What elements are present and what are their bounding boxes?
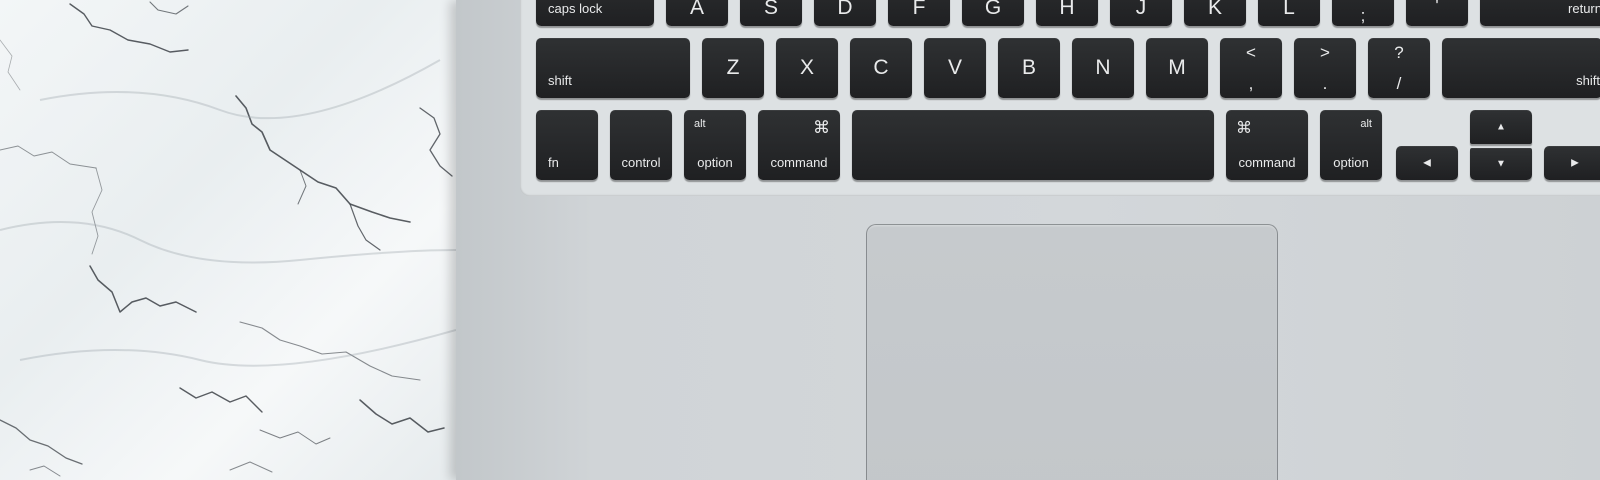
key-d-label: D [837,0,853,19]
key-z[interactable]: Z [702,38,764,98]
key-comma[interactable]: < , [1220,38,1282,98]
key-command-left-label: command [770,155,828,170]
key-f[interactable]: F [888,0,950,26]
key-shift-right-label: shift [1576,73,1600,88]
key-arrow-right[interactable]: ▶ [1544,146,1600,180]
command-right-icon: ⌘ [1236,120,1252,137]
key-space[interactable] [852,110,1214,180]
key-k[interactable]: K [1184,0,1246,26]
key-arrow-left[interactable]: ◀ [1396,146,1458,180]
key-x-label: X [799,56,814,79]
key-arrow-down[interactable]: ▼ [1470,148,1532,180]
key-slash-bottom-label: / [1396,74,1402,93]
marble-surface [0,0,456,480]
arrow-right-icon: ▶ [1571,157,1579,169]
key-quote[interactable]: ' [1406,0,1468,26]
key-b-label: B [1021,56,1036,79]
key-c-label: C [873,56,889,79]
key-command-right[interactable]: ⌘ command [1226,110,1308,180]
key-d[interactable]: D [814,0,876,26]
photo-scene: caps lock A S D F G H J K L ; ' return s… [0,0,1600,480]
key-slash[interactable]: ? / [1368,38,1430,98]
key-a-label: A [689,0,704,19]
key-shift-right[interactable]: shift [1442,38,1600,98]
key-g-label: G [984,0,1002,19]
key-caps-lock-label: caps lock [548,1,603,16]
trackpad[interactable] [866,224,1278,480]
key-fn[interactable]: fn [536,110,598,180]
arrow-down-icon: ▼ [1496,158,1506,170]
key-x[interactable]: X [776,38,838,98]
key-m[interactable]: M [1146,38,1208,98]
key-command-left[interactable]: ⌘ command [758,110,840,180]
laptop-body: caps lock A S D F G H J K L ; ' return s… [456,0,1600,480]
key-c[interactable]: C [850,38,912,98]
key-option-left-alt-label: alt [694,118,706,130]
arrow-left-icon: ◀ [1423,157,1431,169]
key-period[interactable]: > . [1294,38,1356,98]
key-m-label: M [1168,56,1186,79]
key-caps-lock[interactable]: caps lock [536,0,654,26]
key-shift-left-label: shift [548,73,572,88]
key-arrow-up[interactable]: ▲ [1470,110,1532,144]
key-semicolon[interactable]: ; [1332,0,1394,26]
key-l[interactable]: L [1258,0,1320,26]
key-a[interactable]: A [666,0,728,26]
command-left-icon: ⌘ [813,118,830,137]
key-option-right-label: option [1333,155,1369,170]
marble-veins [0,1,456,477]
key-j[interactable]: J [1110,0,1172,26]
key-n-label: N [1095,56,1111,79]
key-v[interactable]: V [924,38,986,98]
key-l-label: L [1283,0,1295,19]
key-k-label: K [1207,0,1222,19]
key-command-right-label: command [1238,155,1296,170]
key-n[interactable]: N [1072,38,1134,98]
key-return[interactable]: return [1480,0,1600,26]
key-j-label: J [1135,0,1147,19]
key-semicolon-label: ; [1360,6,1366,25]
key-slash-top-label: ? [1394,43,1404,62]
key-g[interactable]: G [962,0,1024,26]
key-b[interactable]: B [998,38,1060,98]
key-h[interactable]: H [1036,0,1098,26]
key-control-label: control [621,155,661,170]
key-period-top-label: > [1320,43,1330,62]
key-comma-top-label: < [1246,43,1256,62]
key-shift-left[interactable]: shift [536,38,690,98]
key-option-right-alt-label: alt [1360,118,1372,130]
key-z-label: Z [726,56,740,79]
key-h-label: H [1059,0,1075,19]
key-fn-label: fn [548,155,559,170]
key-s[interactable]: S [740,0,802,26]
key-return-label: return [1568,1,1600,16]
key-quote-label: ' [1435,0,1439,15]
arrow-up-icon: ▲ [1496,121,1506,133]
key-option-left[interactable]: alt option [684,110,746,180]
key-option-left-label: option [697,155,733,170]
key-s-label: S [763,0,778,19]
key-v-label: V [947,56,962,79]
key-option-right[interactable]: alt option [1320,110,1382,180]
key-comma-bottom-label: , [1248,74,1254,93]
key-control[interactable]: control [610,110,672,180]
key-period-bottom-label: . [1322,74,1328,93]
key-f-label: F [912,0,926,19]
